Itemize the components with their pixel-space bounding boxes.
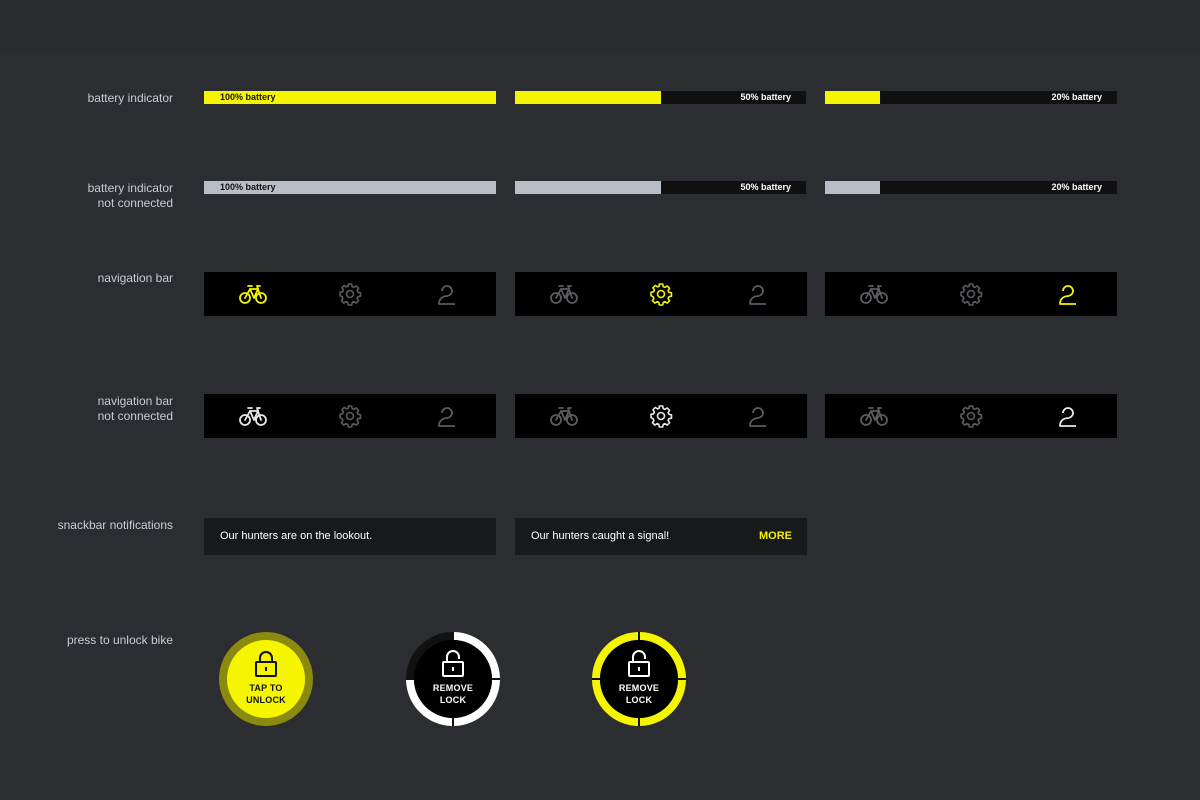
battery-label: 50% battery — [740, 92, 791, 102]
settings-icon[interactable] — [301, 272, 398, 316]
battery-indicator-nc-20: 20% battery — [825, 181, 1117, 194]
settings-icon[interactable] — [612, 394, 709, 438]
tap-to-unlock-button[interactable]: TAP TO UNLOCK — [219, 632, 313, 726]
navigation-bar — [204, 272, 496, 316]
label-line: LOCK — [625, 695, 653, 705]
lock-button-ring — [219, 632, 313, 726]
battery-label: 100% battery — [220, 92, 276, 102]
lock-button-label: TAP TO UNLOCK — [219, 682, 313, 706]
top-band — [0, 0, 1200, 50]
profile-icon[interactable] — [709, 394, 806, 438]
navigation-bar — [825, 272, 1117, 316]
bike-icon[interactable] — [515, 272, 612, 316]
label-line: REMOVE — [432, 683, 474, 693]
battery-fill — [825, 91, 881, 104]
bike-icon[interactable] — [825, 272, 922, 316]
label-line: UNLOCK — [246, 695, 286, 705]
settings-icon[interactable] — [922, 272, 1019, 316]
row-label-battery: battery indicator — [87, 91, 173, 105]
battery-fill — [515, 181, 661, 194]
label-line: LOCK — [439, 695, 467, 705]
navigation-bar-not-connected — [204, 394, 496, 438]
battery-indicator-nc-100: 100% battery — [204, 181, 496, 194]
lock-button-label: REMOVE LOCK — [406, 682, 500, 706]
row-label-unlock: press to unlock bike — [66, 633, 173, 647]
bike-icon[interactable] — [515, 394, 612, 438]
battery-indicator-nc-50: 50% battery — [515, 181, 806, 194]
profile-icon[interactable] — [709, 272, 806, 316]
lock-button-label: REMOVE LOCK — [592, 682, 686, 706]
row-label-nav-nc: navigation bar not connected — [97, 394, 173, 423]
label-line: TAP TO — [249, 683, 283, 693]
snackbar-message: Our hunters are on the lookout. — [220, 530, 373, 542]
battery-label: 20% battery — [1051, 182, 1102, 192]
navigation-bar-not-connected — [515, 394, 807, 438]
row-label-snackbar: snackbar notifications — [57, 518, 173, 532]
profile-icon[interactable] — [398, 394, 495, 438]
battery-fill — [515, 91, 661, 104]
navigation-bar — [515, 272, 807, 316]
profile-icon[interactable] — [1019, 272, 1116, 316]
lock-progress-ring — [406, 632, 500, 726]
snackbar-more-button[interactable]: MORE — [759, 518, 792, 555]
profile-icon[interactable] — [1019, 394, 1116, 438]
battery-label: 100% battery — [220, 182, 276, 192]
label-line: REMOVE — [618, 683, 660, 693]
row-label-nav: navigation bar — [97, 271, 173, 285]
padlock-closed-icon — [255, 651, 277, 677]
settings-icon[interactable] — [612, 272, 709, 316]
snackbar-notification: Our hunters caught a signal! MORE — [515, 518, 807, 555]
battery-label: 50% battery — [740, 182, 791, 192]
bike-icon[interactable] — [204, 394, 301, 438]
profile-icon[interactable] — [398, 272, 495, 316]
battery-indicator-100: 100% battery — [204, 91, 496, 104]
remove-lock-button[interactable]: REMOVE LOCK — [592, 632, 686, 726]
battery-indicator-50: 50% battery — [515, 91, 806, 104]
settings-icon[interactable] — [922, 394, 1019, 438]
lock-progress-ring — [592, 632, 686, 726]
battery-indicator-20: 20% battery — [825, 91, 1117, 104]
padlock-open-icon — [442, 650, 464, 677]
padlock-open-icon — [628, 650, 650, 677]
snackbar-message: Our hunters caught a signal! — [531, 530, 670, 542]
battery-label: 20% battery — [1051, 92, 1102, 102]
bike-icon[interactable] — [825, 394, 922, 438]
snackbar-notification: Our hunters are on the lookout. — [204, 518, 496, 555]
battery-fill — [825, 181, 881, 194]
bike-icon[interactable] — [204, 272, 301, 316]
navigation-bar-not-connected — [825, 394, 1117, 438]
settings-icon[interactable] — [301, 394, 398, 438]
remove-lock-button[interactable]: REMOVE LOCK — [406, 632, 500, 726]
row-label-battery-nc: battery indicator not connected — [87, 181, 173, 210]
